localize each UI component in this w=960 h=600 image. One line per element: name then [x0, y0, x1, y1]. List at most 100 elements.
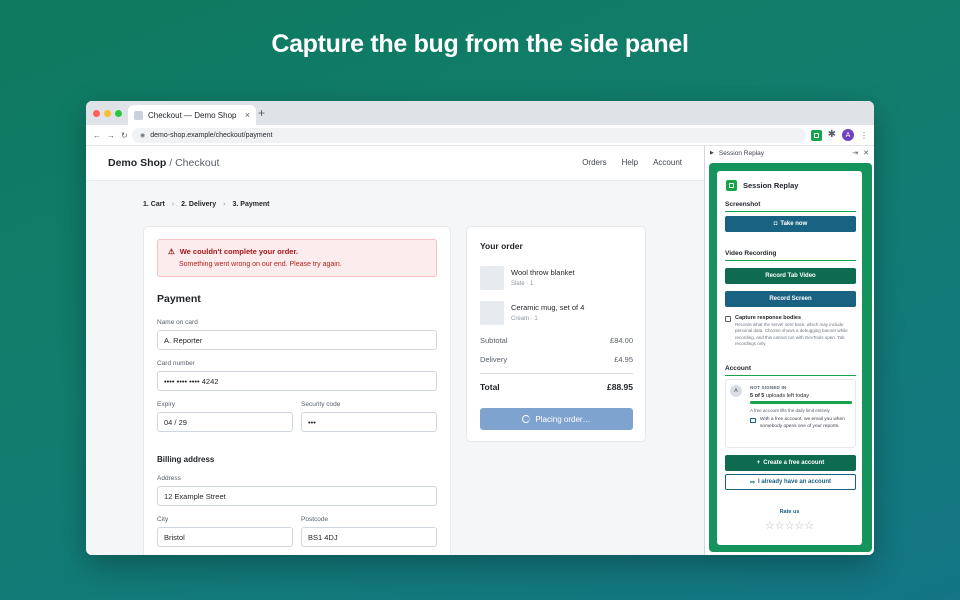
mail-text: With a free account, we email you when s… — [760, 417, 845, 429]
close-panel-icon[interactable]: ✕ — [863, 149, 869, 157]
new-tab-icon[interactable]: + — [258, 106, 265, 120]
place-order-button[interactable]: Placing order… — [480, 408, 633, 430]
product-thumbnail — [480, 301, 504, 325]
error-alert: ⚠ We couldn't complete your order. Someth… — [157, 239, 437, 277]
item-name: Wool throw blanket — [511, 268, 575, 277]
step-separator-icon: › — [171, 201, 175, 208]
address-label: Address — [157, 475, 181, 482]
item-meta: Slate · 1 — [511, 281, 534, 287]
uploads-progress-fill — [750, 401, 852, 404]
order-item: Wool throw blanket Slate · 1 — [480, 266, 575, 290]
forward-icon[interactable]: → — [107, 131, 115, 140]
name-on-card-field[interactable]: A. Reporter — [157, 330, 437, 350]
address-field[interactable]: 12 Example Street — [157, 486, 437, 506]
order-summary-card: Your order Wool throw blanket Slate · 1 … — [466, 226, 646, 442]
site-nav: Orders Help Account — [582, 158, 682, 167]
session-replay-logo-icon — [726, 180, 737, 191]
create-account-button[interactable]: + Create a free account — [725, 455, 856, 471]
video-heading: Video Recording — [725, 250, 856, 261]
item-name: Ceramic mug, set of 4 — [511, 303, 585, 312]
favicon-icon — [134, 110, 143, 120]
city-field[interactable]: Bristol — [157, 527, 293, 547]
order-title: Your order — [480, 241, 523, 251]
address-bar[interactable]: ◉ demo-shop.example/checkout/payment — [132, 128, 806, 143]
place-order-label: Placing order… — [535, 414, 591, 424]
uploads-count: 5 of 5 — [750, 393, 765, 399]
total-value: £88.95 — [607, 382, 633, 392]
plus-icon: + — [756, 460, 761, 466]
alert-title: We couldn't complete your order. — [179, 247, 299, 256]
rating-stars[interactable]: ☆☆☆☆☆ — [717, 519, 862, 532]
step-separator-icon: › — [223, 201, 226, 208]
postcode-label: Postcode — [301, 516, 329, 523]
tab-title: Checkout — Demo Shop — [148, 110, 237, 120]
reload-icon[interactable]: ↻ — [121, 131, 128, 140]
sign-in-button[interactable]: ⇨ I already have an account — [725, 474, 856, 490]
email-note: With a free account, we email you when s… — [750, 417, 855, 431]
extension-brand-name: Session Replay — [743, 181, 799, 190]
subtotal-row: Subtotal £84.00 — [480, 336, 633, 345]
delivery-label: Delivery — [480, 355, 508, 364]
capture-label: Capture response bodies — [735, 315, 802, 321]
mail-icon — [750, 418, 756, 423]
nav-account[interactable]: Account — [653, 158, 682, 167]
extension-panel: Session Replay Screenshot ◘ Take now Vid… — [717, 171, 862, 545]
name-label: Name on card — [157, 319, 198, 326]
payment-card: ⚠ We couldn't complete your order. Someth… — [143, 226, 451, 555]
capture-description: Records what the server sent back, which… — [735, 322, 848, 346]
pin-icon[interactable]: ⇥ — [852, 149, 858, 157]
site-brand[interactable]: Demo Shop / Checkout — [108, 157, 219, 169]
extension-brand: Session Replay — [726, 180, 798, 191]
checkout-steps: 1. Cart › 2. Delivery › 3. Payment — [143, 201, 269, 208]
warning-icon: ⚠ — [168, 247, 175, 256]
subtotal-value: £84.00 — [610, 336, 633, 345]
card-number-label: Card number — [157, 360, 195, 367]
uploads-progress-bar — [750, 401, 852, 404]
uploads-left: 5 of 5 uploads left today — [750, 393, 809, 399]
browser-window: Checkout — Demo Shop × + ← → ↻ ◉ demo-sh… — [86, 101, 874, 555]
security-code-field[interactable]: ••• — [301, 412, 437, 432]
security-code-label: Security code — [301, 401, 341, 408]
extensions-puzzle-icon[interactable]: ✱ — [828, 130, 836, 140]
profile-avatar[interactable]: A — [842, 129, 854, 141]
panel-dropdown-icon[interactable]: ▶ — [710, 150, 714, 156]
step-cart[interactable]: 1. Cart — [143, 201, 165, 208]
nav-buttons: ← → ↻ — [93, 131, 128, 140]
postcode-field[interactable]: BS1 4DJ — [301, 527, 437, 547]
create-account-label: Create a free account — [763, 460, 825, 466]
billing-heading: Billing address — [157, 455, 215, 464]
take-now-button[interactable]: ◘ Take now — [725, 216, 856, 232]
minimize-window-button[interactable] — [104, 110, 111, 117]
nav-help[interactable]: Help — [622, 158, 638, 167]
maximize-window-button[interactable] — [115, 110, 122, 117]
total-label: Total — [480, 382, 500, 392]
account-avatar: A — [730, 385, 742, 397]
checkbox-box[interactable] — [725, 315, 731, 322]
record-screen-button[interactable]: Record Screen — [725, 291, 856, 307]
camera-icon: ◘ — [773, 221, 778, 227]
headline: Capture the bug from the side panel — [271, 30, 689, 58]
alert-description: Something went wrong on our end. Please … — [179, 261, 342, 268]
card-number-field[interactable]: •••• •••• •••• 4242 — [157, 371, 437, 391]
site-header: Demo Shop / Checkout Orders Help Account — [86, 146, 704, 181]
divider — [480, 373, 633, 374]
expiry-label: Expiry — [157, 401, 176, 408]
capture-response-checkbox[interactable]: Capture response bodies — [725, 315, 801, 322]
item-meta: Cream · 1 — [511, 316, 538, 322]
close-window-button[interactable] — [93, 110, 100, 117]
close-tab-icon[interactable]: × — [245, 110, 250, 120]
browser-menu-icon[interactable]: ⋮ — [860, 131, 868, 140]
session-replay-extension-icon[interactable] — [810, 129, 822, 141]
record-tab-button[interactable]: Record Tab Video — [725, 268, 856, 284]
step-payment: 3. Payment — [232, 201, 270, 208]
site-info-icon[interactable]: ◉ — [140, 132, 145, 139]
subtotal-label: Subtotal — [480, 336, 508, 345]
extension-area: ✱ A ⋮ — [810, 129, 868, 141]
account-status-box: A NOT SIGNED IN 5 of 5 uploads left toda… — [725, 379, 856, 448]
back-icon[interactable]: ← — [93, 131, 101, 140]
browser-tab[interactable]: Checkout — Demo Shop × — [128, 105, 256, 125]
nav-orders[interactable]: Orders — [582, 158, 606, 167]
step-delivery[interactable]: 2. Delivery — [181, 201, 216, 208]
account-heading: Account — [725, 365, 856, 376]
expiry-field[interactable]: 04 / 29 — [157, 412, 293, 432]
